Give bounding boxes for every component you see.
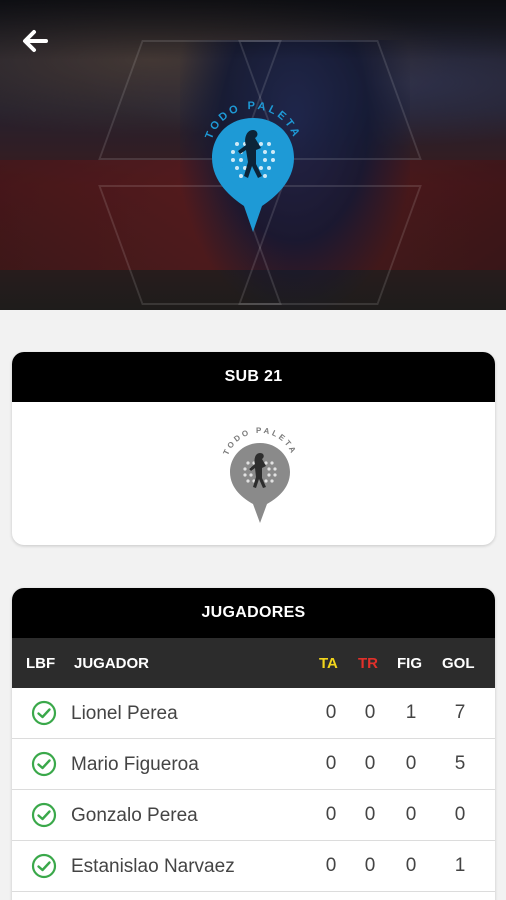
check-circle-icon — [31, 751, 57, 777]
team-logo-icon: TODO PALETA — [203, 100, 300, 232]
players-card: JUGADORES LBF JUGADOR TA TR FIG GOL Lion… — [12, 588, 495, 900]
player-name: Mario Figueroa — [71, 754, 199, 775]
player-tr: 0 — [364, 702, 376, 723]
team-card: SUB 21 TODO PALETA — [12, 352, 495, 545]
column-tr: TR — [358, 655, 378, 672]
column-lbf: LBF — [26, 655, 56, 672]
player-gol: 5 — [454, 753, 466, 774]
player-ta: 0 — [325, 753, 337, 774]
table-row[interactable]: Lionel Perea 0 0 1 7 — [12, 688, 495, 739]
check-circle-icon — [31, 700, 57, 726]
player-fig: 0 — [405, 753, 417, 774]
team-logo-gray-icon: TODO PALETA — [221, 427, 296, 523]
table-row[interactable]: Mario Figueroa 0 0 0 5 — [12, 739, 495, 790]
player-name: Lionel Perea — [71, 703, 178, 724]
player-gol: 1 — [454, 855, 466, 876]
table-row[interactable]: Estanislao Narvaez 0 0 0 1 — [12, 841, 495, 892]
column-ta: TA — [319, 655, 338, 672]
player-gol: 0 — [454, 804, 466, 825]
check-circle-icon — [31, 802, 57, 828]
column-player: JUGADOR — [74, 655, 150, 672]
check-circle-icon — [31, 853, 57, 879]
player-gol: 7 — [454, 702, 466, 723]
table-row[interactable]: Gonzalo Perea 0 0 0 0 — [12, 790, 495, 841]
team-card-title: SUB 21 — [12, 352, 495, 402]
arrow-left-icon[interactable] — [18, 24, 52, 58]
player-ta: 0 — [325, 855, 337, 876]
column-gol: GOL — [442, 655, 475, 672]
players-table-header: LBF JUGADOR TA TR FIG GOL — [12, 638, 495, 688]
player-tr: 0 — [364, 804, 376, 825]
player-tr: 0 — [364, 753, 376, 774]
player-ta: 0 — [325, 702, 337, 723]
players-card-title: JUGADORES — [12, 588, 495, 638]
player-tr: 0 — [364, 855, 376, 876]
player-fig: 0 — [405, 855, 417, 876]
player-fig: 0 — [405, 804, 417, 825]
player-name: Estanislao Narvaez — [71, 856, 235, 877]
column-fig: FIG — [397, 655, 422, 672]
player-fig: 1 — [405, 702, 417, 723]
hero-banner: TODO PALETA — [0, 0, 506, 310]
player-ta: 0 — [325, 804, 337, 825]
player-name: Gonzalo Perea — [71, 805, 198, 826]
